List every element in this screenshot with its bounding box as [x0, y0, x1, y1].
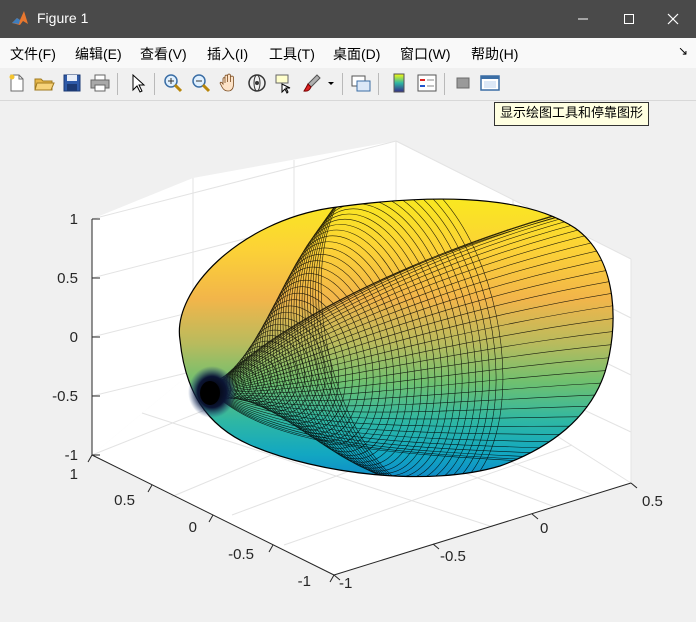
toolbar-separator — [444, 73, 445, 95]
minimize-button[interactable] — [560, 0, 606, 38]
title-bar[interactable]: Figure 1 — [0, 0, 696, 38]
z-tick-label: 0.5 — [57, 270, 78, 287]
show-plot-tools-icon[interactable] — [479, 72, 501, 94]
x-tick-label: 1 — [70, 466, 78, 483]
dock-arrow-icon[interactable]: ↘ — [678, 44, 688, 58]
menu-bar: 文件(F) 编辑(E) 查看(V) 插入(I) 工具(T) 桌面(D) 窗口(W… — [0, 38, 696, 69]
menu-view[interactable]: 查看(V) — [140, 44, 187, 64]
toolbar-tooltip: 显示绘图工具和停靠图形 — [494, 102, 650, 126]
brush-dropdown-icon[interactable] — [327, 81, 335, 87]
x-tick-label: 0 — [189, 519, 197, 536]
menu-tools[interactable]: 工具(T) — [269, 44, 315, 64]
y-tick-label: -0.5 — [440, 548, 466, 565]
x-tick-label: -0.5 — [228, 546, 254, 563]
edit-plot-arrow-icon[interactable] — [127, 72, 149, 94]
axes-3d[interactable]: 1 0.5 0 -0.5 -1 1 0.5 0 -0.5 -1 -1 -0.5 … — [0, 101, 696, 622]
figure-canvas[interactable]: 1 0.5 0 -0.5 -1 1 0.5 0 -0.5 -1 -1 -0.5 … — [0, 101, 696, 622]
new-figure-icon[interactable] — [6, 72, 28, 94]
z-tick-label: 0 — [70, 329, 78, 346]
link-plot-icon[interactable] — [350, 72, 372, 94]
close-icon — [667, 13, 679, 25]
menu-insert[interactable]: 插入(I) — [207, 44, 248, 64]
hide-plot-tools-icon[interactable] — [452, 72, 474, 94]
save-icon[interactable] — [61, 72, 83, 94]
window-title: Figure 1 — [37, 10, 89, 26]
menu-file[interactable]: 文件(F) — [10, 44, 56, 64]
menu-edit[interactable]: 编辑(E) — [75, 44, 122, 64]
z-tick-label: 1 — [70, 211, 78, 228]
y-tick-label: 0.5 — [642, 493, 663, 510]
z-tick-label: -1 — [65, 447, 78, 464]
brush-icon[interactable] — [301, 72, 323, 94]
maximize-button[interactable] — [606, 0, 652, 38]
figure-toolbar — [0, 68, 696, 101]
pan-hand-icon[interactable] — [218, 72, 240, 94]
x-tick-label: -1 — [298, 573, 311, 590]
toolbar-separator — [117, 73, 118, 95]
close-button[interactable] — [650, 0, 696, 38]
surface-pole-center — [200, 381, 220, 405]
toolbar-separator — [342, 73, 343, 95]
zoom-out-icon[interactable] — [190, 72, 212, 94]
z-tick-labels: 1 0.5 0 -0.5 -1 — [52, 211, 78, 464]
open-file-icon[interactable] — [33, 72, 55, 94]
y-tick-label: 0 — [540, 520, 548, 537]
zoom-in-icon[interactable] — [162, 72, 184, 94]
figure-window: Figure 1 文件(F) 编辑(E) 查看(V) 插入(I) 工具(T) 桌… — [0, 0, 696, 622]
rotate-3d-icon[interactable] — [246, 72, 268, 94]
toolbar-separator — [378, 73, 379, 95]
toolbar-separator — [154, 73, 155, 95]
menu-help[interactable]: 帮助(H) — [471, 44, 518, 64]
maximize-icon — [624, 14, 634, 24]
z-tick-label: -0.5 — [52, 388, 78, 405]
data-cursor-icon[interactable] — [274, 72, 296, 94]
minimize-icon — [578, 18, 588, 20]
y-tick-label: -1 — [339, 575, 352, 592]
menu-desktop[interactable]: 桌面(D) — [333, 44, 380, 64]
colorbar-icon[interactable] — [388, 72, 410, 94]
x-tick-label: 0.5 — [114, 492, 135, 509]
legend-icon[interactable] — [416, 72, 438, 94]
matlab-logo-icon — [10, 9, 30, 29]
menu-window[interactable]: 窗口(W) — [400, 44, 451, 64]
print-icon[interactable] — [89, 72, 111, 94]
